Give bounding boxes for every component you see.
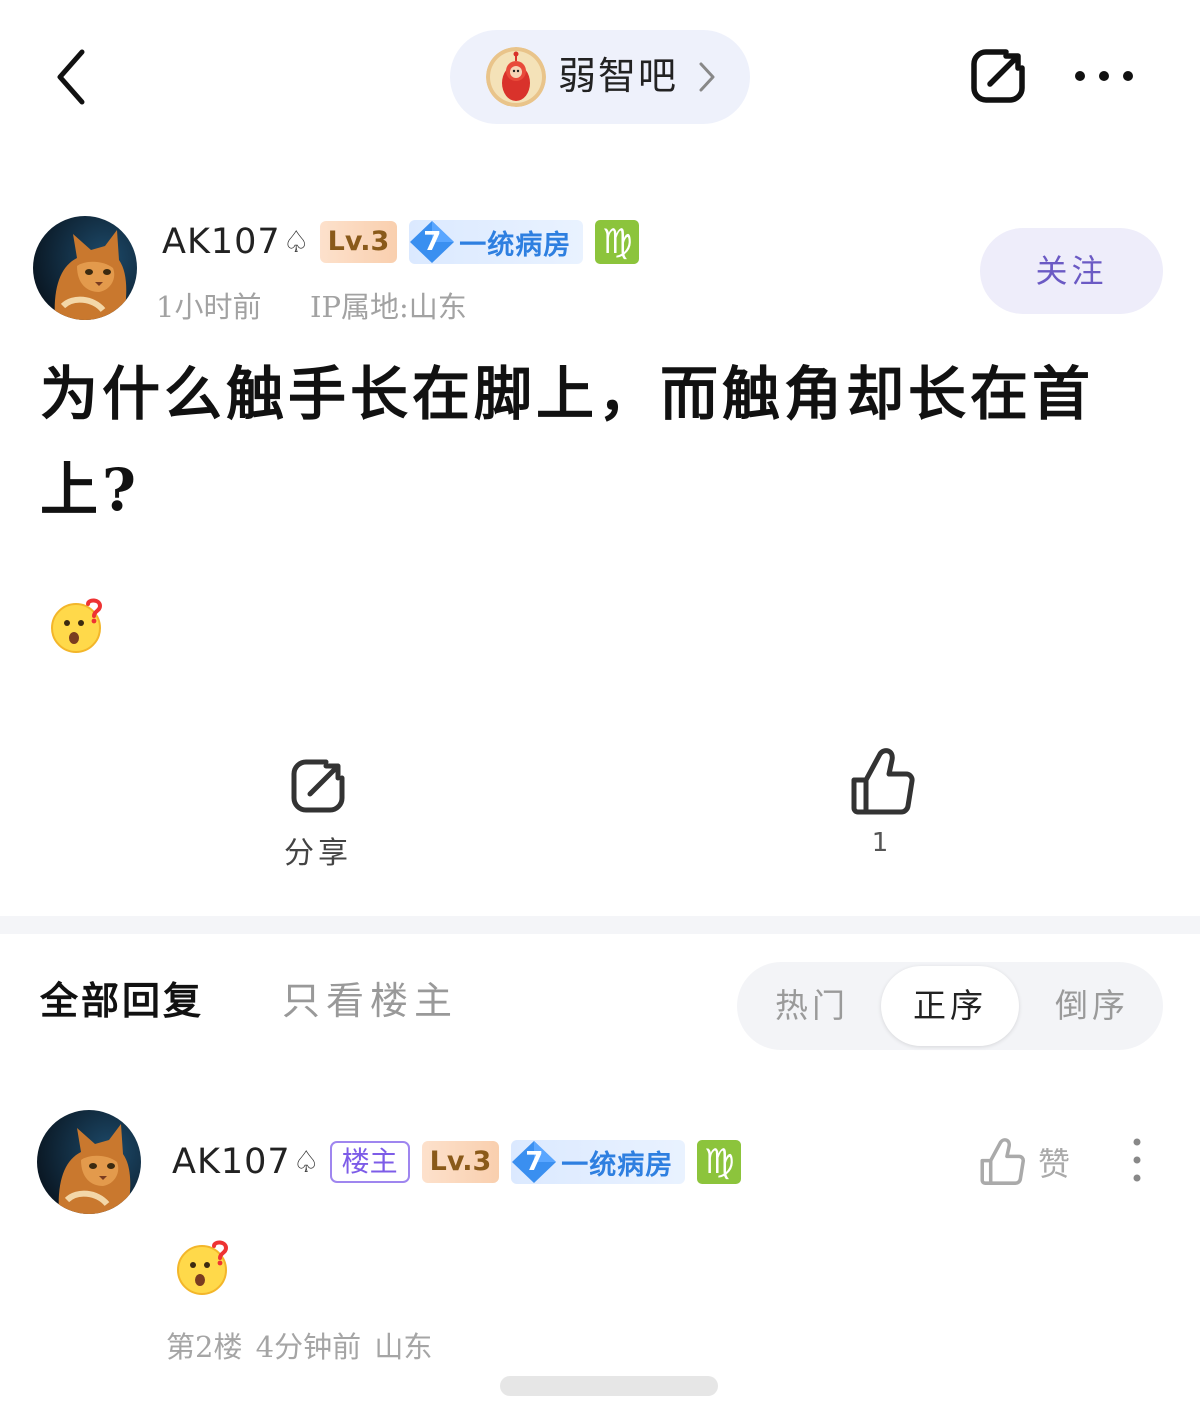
forum-entry-button[interactable]: 弱智吧: [450, 30, 750, 124]
chevron-right-icon: [699, 62, 715, 92]
follow-button[interactable]: 关注: [980, 228, 1163, 314]
badge-number: 7: [423, 227, 442, 257]
badge-text: 一统病房: [459, 229, 572, 261]
more-options-button[interactable]: [1072, 66, 1136, 86]
share-icon: [971, 49, 1025, 103]
share-button[interactable]: [966, 44, 1030, 108]
badge-text: 一统病房: [561, 1149, 674, 1181]
virgo-icon: ♍: [595, 220, 640, 264]
share-action-button[interactable]: 分享: [268, 752, 368, 872]
sort-segmented-control: 热门 正序 倒序: [737, 962, 1163, 1050]
spade-icon: ♤: [292, 1144, 320, 1180]
author-username[interactable]: AK107: [162, 222, 281, 262]
like-action-button[interactable]: 1: [840, 746, 924, 866]
share-icon: [291, 759, 345, 813]
more-dots-icon: [1075, 71, 1133, 81]
like-count: 1: [871, 828, 889, 858]
post-ip-location: IP属地:山东: [310, 290, 467, 324]
reply-author-username[interactable]: AK107: [172, 1142, 291, 1182]
badge-number: 7: [525, 1147, 544, 1177]
confused-face-emoji-icon: [176, 1240, 232, 1296]
forum-name: 弱智吧: [558, 54, 679, 98]
watermark-bar: [500, 1370, 718, 1400]
back-button[interactable]: [48, 44, 98, 110]
virgo-icon: ♍: [697, 1140, 742, 1184]
sort-ascending-option[interactable]: 正序: [881, 966, 1019, 1046]
share-label: 分享: [284, 836, 352, 871]
gem-icon: 7: [511, 1140, 561, 1184]
title-badge[interactable]: 7 一统病房: [409, 220, 584, 264]
sort-hot-option[interactable]: 热门: [747, 962, 877, 1050]
vertical-dots-icon: [1133, 1138, 1141, 1182]
reply-like-label: 赞: [1038, 1145, 1071, 1183]
spade-icon: ♤: [282, 224, 310, 260]
reply-author-row: AK107 ♤ 楼主 Lv.3 7 一统病房 ♍: [172, 1134, 742, 1190]
reply-meta: 第2楼 4分钟前 山东: [166, 1330, 433, 1364]
reply-more-button[interactable]: [1126, 1136, 1148, 1184]
reply-author-avatar[interactable]: [37, 1110, 141, 1214]
title-badge[interactable]: 7 一统病房: [511, 1140, 686, 1184]
tab-all-replies[interactable]: 全部回复: [40, 970, 204, 1025]
section-divider: [0, 916, 1200, 934]
reply-like-button[interactable]: 赞: [978, 1134, 1070, 1190]
thumbs-up-icon: [980, 1138, 1025, 1185]
thumbs-up-icon: [851, 748, 915, 815]
confused-face-emoji-icon: [50, 598, 106, 654]
post-title: 为什么触手长在脚上，而触角却长在首上?: [40, 360, 1095, 524]
sort-descending-option[interactable]: 倒序: [1027, 962, 1157, 1050]
level-badge: Lv.3: [319, 221, 398, 263]
gem-icon: 7: [409, 220, 459, 264]
forum-avatar: [486, 47, 546, 107]
chevron-left-icon: [57, 49, 85, 105]
tab-host-only[interactable]: 只看楼主: [282, 970, 458, 1025]
author-info-row: AK107 ♤ Lv.3 7 一统病房 ♍: [162, 214, 640, 270]
post-time: 1小时前: [156, 290, 262, 324]
host-tag: 楼主: [329, 1141, 410, 1183]
level-badge: Lv.3: [421, 1141, 500, 1183]
author-avatar[interactable]: [33, 216, 137, 320]
